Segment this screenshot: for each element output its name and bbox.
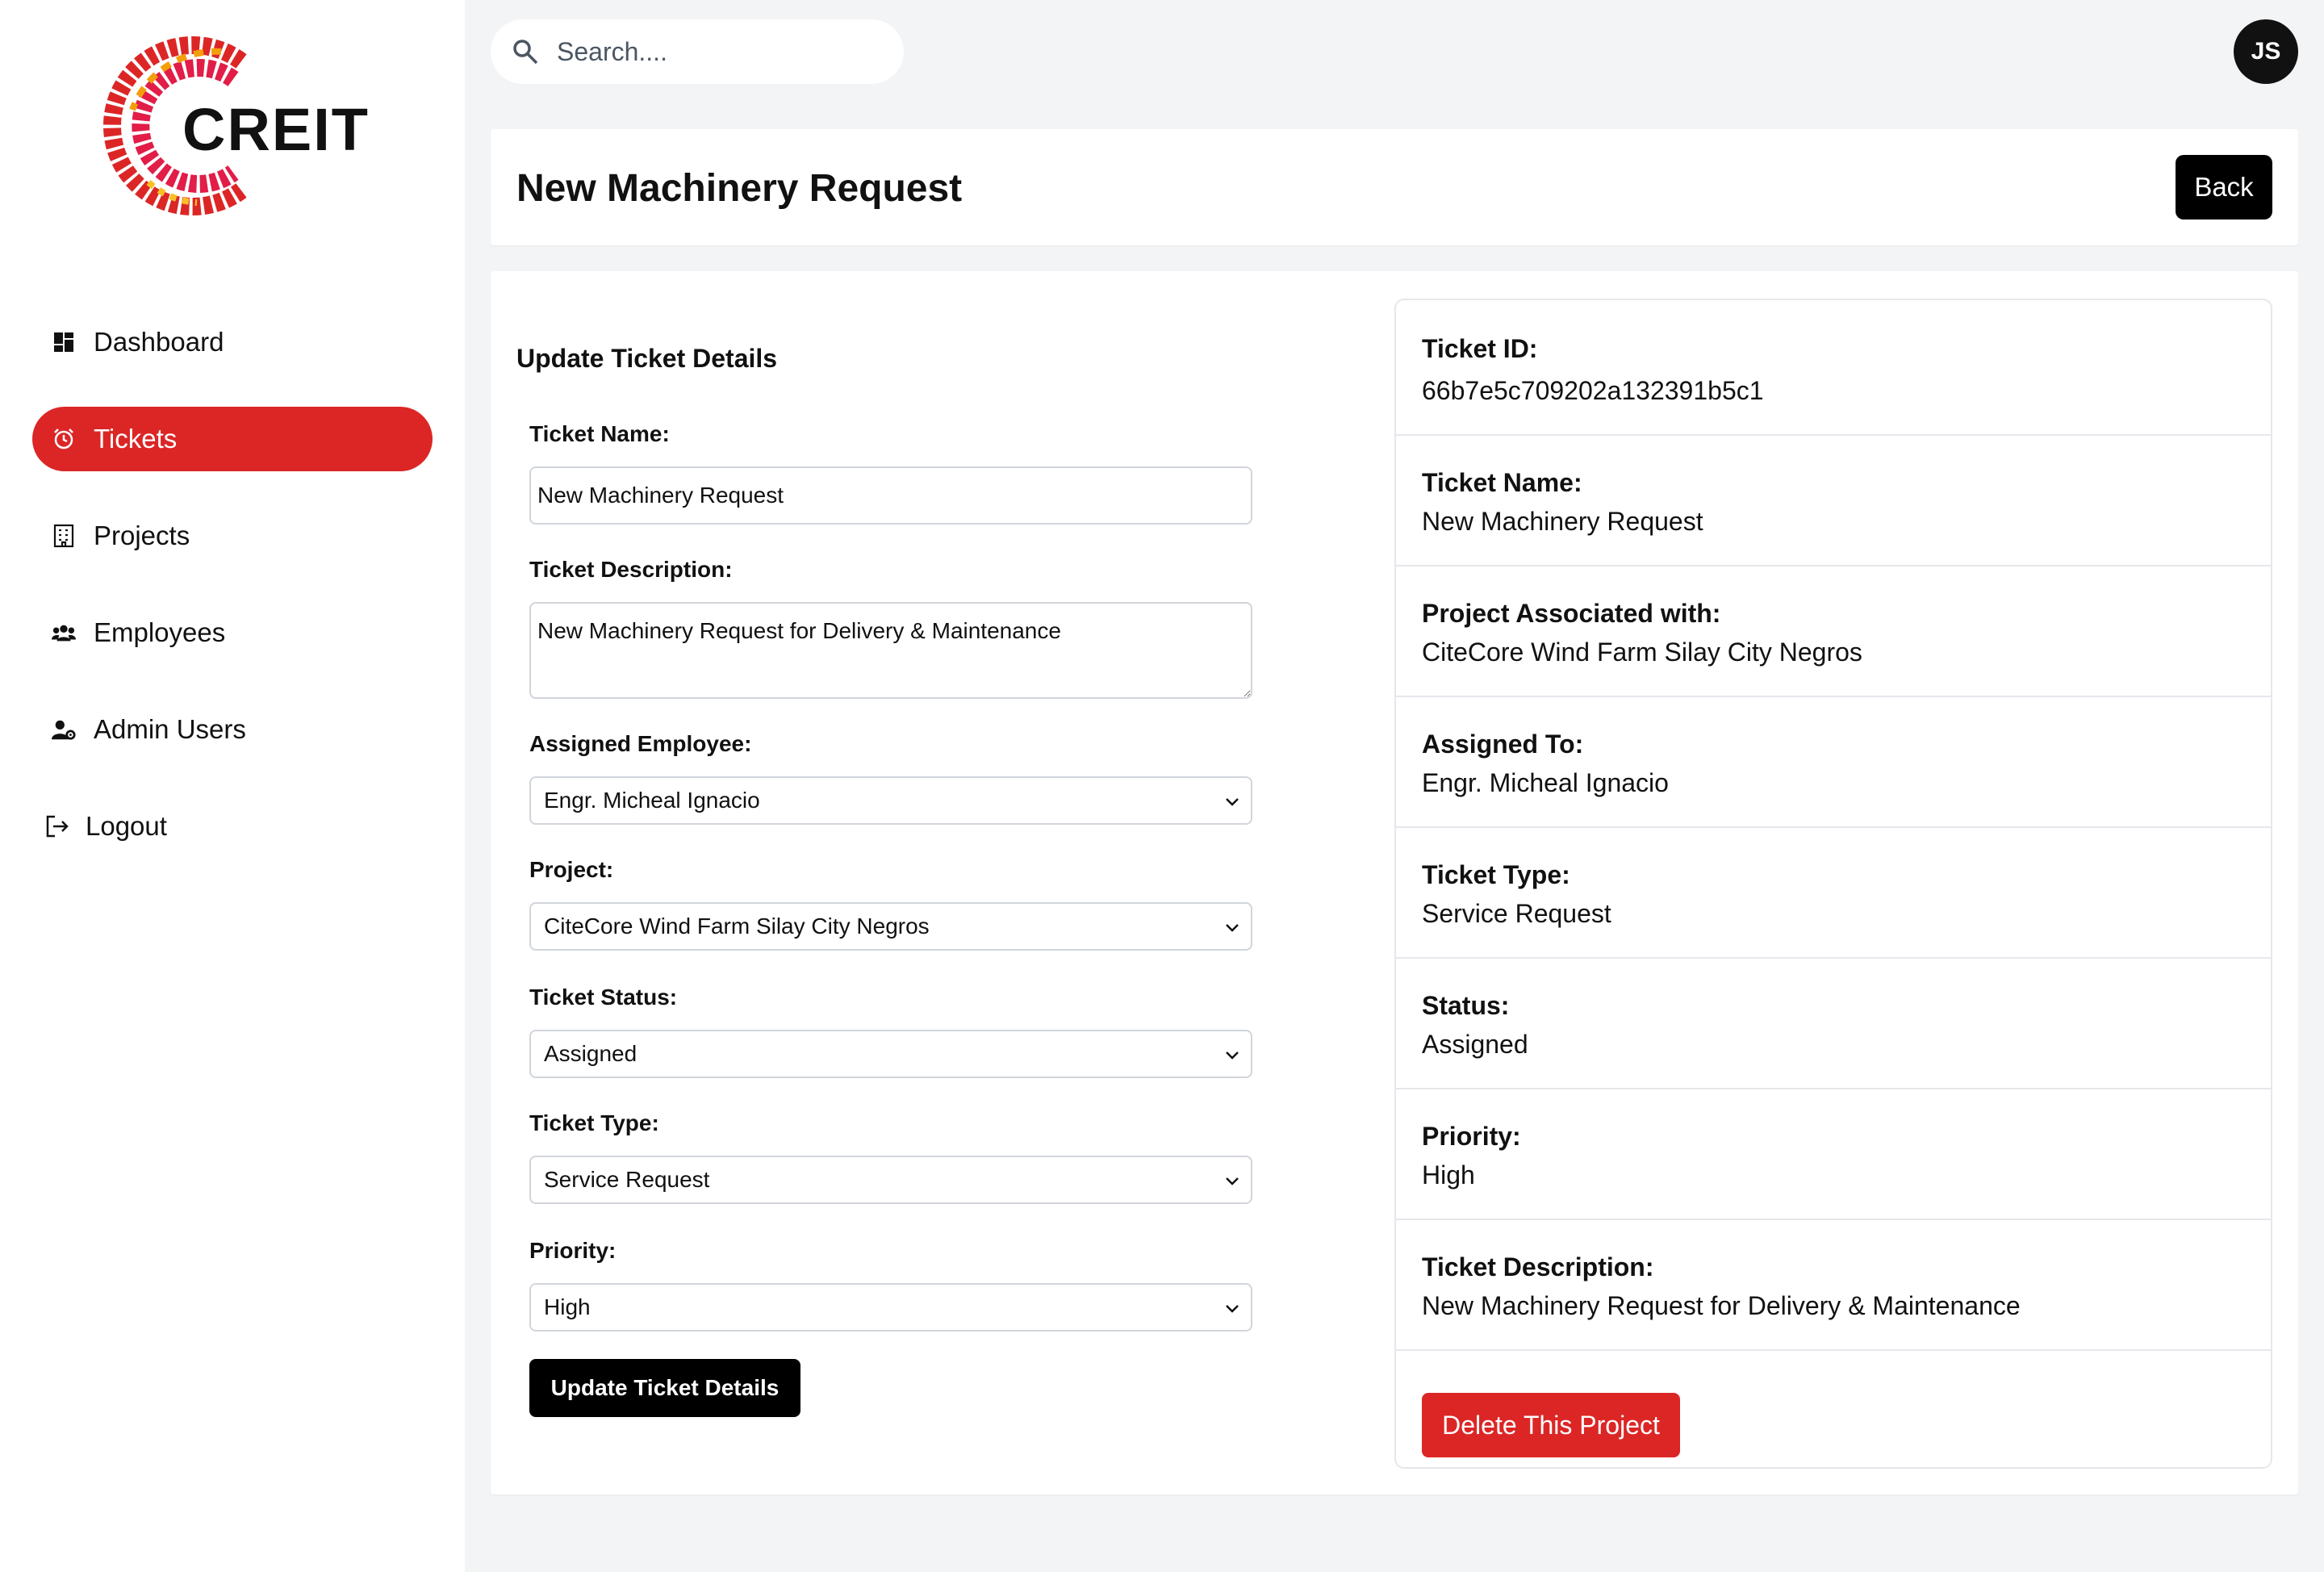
sidebar-item-label: Admin Users [94, 714, 246, 744]
delete-project-button[interactable]: Delete This Project [1422, 1393, 1680, 1457]
ticket-edit-panel: Update Ticket Details Ticket Name: Ticke… [491, 271, 2298, 1495]
detail-value: New Machinery Request for Delivery & Mai… [1422, 1291, 2021, 1320]
page-title: New Machinery Request [516, 167, 963, 210]
detail-label: Status: [1422, 991, 1510, 1020]
sidebar-item-admin-users[interactable]: Admin Users [32, 697, 433, 762]
ticket-type-select[interactable]: Service Request [529, 1156, 1252, 1204]
ticket-details-panel: Ticket ID: 66b7e5c709202a132391b5c1 Tick… [1394, 299, 2272, 1469]
detail-value: Engr. Micheal Ignacio [1422, 768, 1669, 797]
project-value: CiteCore Wind Farm Silay City Negros [544, 914, 930, 939]
building-icon [52, 524, 76, 548]
sidebar-item-label: Logout [86, 811, 167, 841]
sidebar: CREIT Dashboard Tickets Projects Employe… [0, 0, 465, 1572]
sidebar-item-logout[interactable]: Logout [32, 794, 433, 859]
detail-label: Ticket Name: [1422, 468, 1582, 497]
priority-value: High [544, 1294, 591, 1319]
detail-label: Priority: [1422, 1122, 1521, 1151]
sidebar-item-label: Projects [94, 521, 190, 550]
search-icon [512, 38, 539, 65]
ticket-status-label: Ticket Status: [529, 985, 678, 1010]
alarm-clock-icon [52, 427, 76, 451]
assigned-employee-value: Engr. Micheal Ignacio [544, 788, 760, 813]
chevron-down-icon [1226, 924, 1239, 932]
project-select[interactable]: CiteCore Wind Farm Silay City Negros [529, 902, 1252, 951]
detail-value: New Machinery Request [1422, 507, 1703, 536]
dashboard-icon [52, 330, 76, 354]
assigned-employee-select[interactable]: Engr. Micheal Ignacio [529, 776, 1252, 825]
detail-row-ticket-type: Ticket Type: Service Request [1396, 828, 2271, 959]
ticket-type-label: Ticket Type: [529, 1110, 659, 1135]
detail-label: Ticket Type: [1422, 860, 1570, 889]
users-icon [52, 621, 76, 645]
update-ticket-button[interactable]: Update Ticket Details [529, 1359, 800, 1417]
sidebar-item-dashboard[interactable]: Dashboard [32, 310, 433, 374]
detail-value: Assigned [1422, 1030, 1528, 1059]
chevron-down-icon [1226, 1177, 1239, 1185]
search-bar[interactable] [491, 19, 904, 84]
detail-label: Project Associated with: [1422, 599, 1721, 628]
creit-logo[interactable]: CREIT [100, 29, 374, 223]
detail-row-description: Ticket Description: New Machinery Reques… [1396, 1220, 2271, 1351]
sidebar-item-tickets[interactable]: Tickets [32, 407, 433, 471]
chevron-down-icon [1226, 1305, 1239, 1313]
logo-wordmark: CREIT [182, 96, 370, 163]
priority-select[interactable]: High [529, 1283, 1252, 1332]
form-title: Update Ticket Details [516, 344, 778, 373]
sidebar-item-label: Dashboard [94, 327, 224, 357]
ticket-name-label: Ticket Name: [529, 421, 670, 446]
detail-row-status: Status: Assigned [1396, 959, 2271, 1089]
detail-value: High [1422, 1160, 1475, 1189]
sidebar-item-employees[interactable]: Employees [32, 600, 433, 665]
detail-row-ticket-name: Ticket Name: New Machinery Request [1396, 436, 2271, 567]
ticket-status-select[interactable]: Assigned [529, 1030, 1252, 1078]
detail-label: Ticket Description: [1422, 1252, 1654, 1281]
search-input[interactable] [557, 36, 880, 67]
ticket-name-input[interactable] [529, 466, 1252, 525]
detail-label: Ticket ID: [1422, 334, 1538, 363]
sidebar-item-label: Tickets [94, 424, 178, 454]
detail-row-assigned-to: Assigned To: Engr. Micheal Ignacio [1396, 697, 2271, 828]
detail-value: Service Request [1422, 899, 1611, 928]
detail-value: 66b7e5c709202a132391b5c1 [1422, 376, 1764, 405]
detail-row-project: Project Associated with: CiteCore Wind F… [1396, 567, 2271, 697]
detail-row-priority: Priority: High [1396, 1089, 2271, 1220]
sidebar-item-projects[interactable]: Projects [32, 504, 433, 568]
priority-label: Priority: [529, 1238, 617, 1263]
ticket-description-label: Ticket Description: [529, 557, 733, 582]
assigned-employee-label: Assigned Employee: [529, 731, 752, 756]
detail-label: Assigned To: [1422, 730, 1584, 759]
detail-row-ticket-id: Ticket ID: 66b7e5c709202a132391b5c1 [1396, 300, 2271, 436]
user-avatar[interactable]: JS [2234, 19, 2298, 84]
chevron-down-icon [1226, 1051, 1239, 1060]
ticket-status-value: Assigned [544, 1041, 637, 1066]
ticket-type-value: Service Request [544, 1167, 710, 1192]
user-gear-icon [52, 717, 76, 742]
logout-icon [45, 814, 69, 838]
sidebar-item-label: Employees [94, 617, 226, 647]
project-label: Project: [529, 857, 614, 882]
ticket-description-textarea[interactable]: New Machinery Request for Delivery & Mai… [529, 602, 1252, 699]
chevron-down-icon [1226, 798, 1239, 806]
back-button[interactable]: Back [2176, 155, 2272, 219]
detail-value: CiteCore Wind Farm Silay City Negros [1422, 638, 1862, 667]
page-header: New Machinery Request Back [491, 129, 2298, 245]
